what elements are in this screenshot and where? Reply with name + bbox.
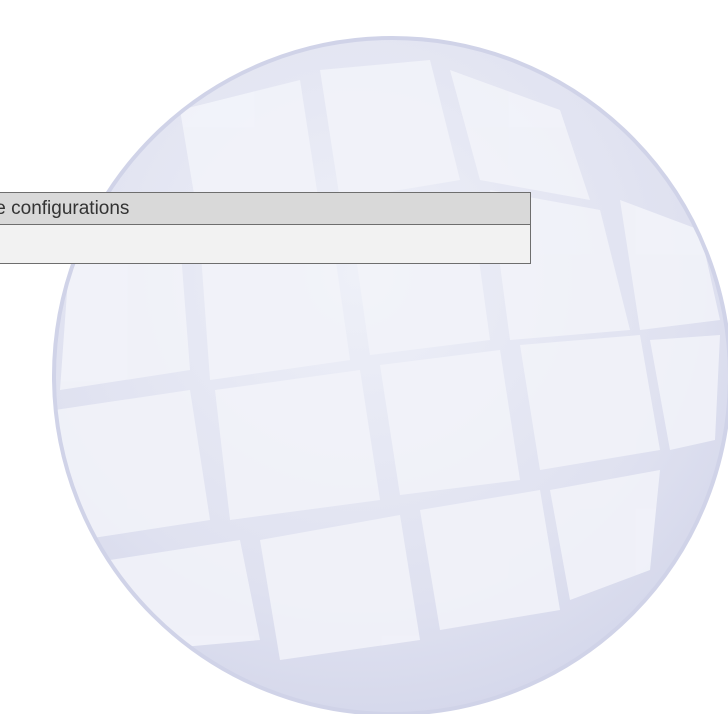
configuration-row[interactable]: [0, 225, 530, 263]
globe-icon: [52, 36, 728, 714]
configurations-panel: te configurations: [0, 192, 531, 264]
screen: te configurations: [0, 0, 728, 714]
panel-header-label: te configurations: [0, 193, 530, 225]
